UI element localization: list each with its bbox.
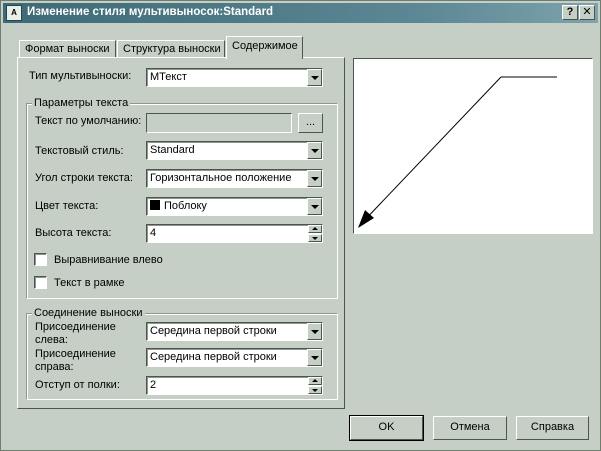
dialog-title: Изменение стиля мультивыносок:Standard: [27, 6, 274, 18]
default-text-label: Текст по умолчанию:: [35, 115, 142, 127]
attach-right-select[interactable]: Середина первой строки: [146, 348, 323, 367]
chevron-down-icon[interactable]: [307, 323, 322, 340]
attach-left-value: Середина первой строки: [150, 325, 277, 337]
default-text-browse-button[interactable]: ...: [298, 113, 323, 133]
text-style-label: Текстовый стиль:: [35, 145, 124, 157]
text-color-value: Поблоку: [164, 200, 207, 212]
tab-leader-structure[interactable]: Структура выноски: [117, 40, 225, 58]
text-height-label: Высота текста:: [35, 227, 112, 239]
landing-gap-label: Отступ от полки:: [35, 379, 120, 391]
spin-up-icon[interactable]: [308, 225, 322, 233]
chevron-down-icon[interactable]: [307, 349, 322, 366]
left-justify-label[interactable]: Выравнивание влево: [54, 254, 163, 266]
attach-right-label-line2: справа:: [35, 361, 74, 373]
text-angle-label: Угол строки текста:: [35, 172, 133, 184]
chevron-down-icon[interactable]: [307, 198, 322, 215]
app-icon: A: [6, 5, 22, 21]
text-color-label: Цвет текста:: [35, 200, 99, 212]
preview-pane: [353, 58, 593, 234]
attach-left-select[interactable]: Середина первой строки: [146, 322, 323, 341]
left-justify-checkbox[interactable]: [34, 253, 47, 266]
multileader-style-dialog: A Изменение стиля мультивыносок:Standard…: [0, 0, 601, 451]
chevron-down-icon[interactable]: [307, 142, 322, 159]
ok-button[interactable]: OK: [349, 415, 424, 441]
text-options-legend: Параметры текста: [32, 97, 131, 109]
tab-content[interactable]: Содержимое: [226, 36, 303, 59]
text-height-input[interactable]: 4: [146, 224, 323, 243]
attach-left-label-line2: слева:: [35, 334, 68, 346]
attach-right-value: Середина первой строки: [150, 351, 277, 363]
attach-right-label-line1: Присоединение: [35, 348, 116, 360]
text-angle-value: Горизонтальное положение: [150, 172, 292, 184]
chevron-down-icon[interactable]: [307, 170, 322, 187]
spin-down-icon[interactable]: [308, 234, 322, 242]
tab-leader-format[interactable]: Формат выноски: [19, 40, 116, 58]
leader-connection-legend: Соединение выноски: [32, 307, 145, 319]
spin-down-icon[interactable]: [308, 386, 322, 394]
spin-up-icon[interactable]: [308, 377, 322, 385]
text-style-value: Standard: [150, 144, 195, 156]
text-style-select[interactable]: Standard: [146, 141, 323, 160]
leader-preview-graphic: [358, 76, 557, 228]
leader-line: [358, 76, 502, 227]
title-bar[interactable]: A Изменение стиля мультивыносок:Standard…: [3, 3, 598, 23]
help-icon[interactable]: ?: [562, 5, 578, 20]
close-icon[interactable]: ✕: [579, 5, 595, 20]
multileader-type-label: Тип мультивыноски:: [29, 70, 132, 82]
chevron-down-icon[interactable]: [307, 69, 322, 86]
cancel-button[interactable]: Отмена: [433, 416, 507, 440]
landing-gap-value: 2: [150, 379, 157, 391]
default-text-field[interactable]: [146, 113, 292, 133]
text-angle-select[interactable]: Горизонтальное положение: [146, 169, 323, 188]
multileader-type-value: MТекст: [150, 71, 187, 83]
frame-text-checkbox[interactable]: [34, 276, 47, 289]
landing-gap-input[interactable]: 2: [146, 376, 323, 395]
frame-text-label[interactable]: Текст в рамке: [54, 277, 125, 289]
attach-left-label-line1: Присоединение: [35, 321, 116, 333]
text-color-select[interactable]: Поблоку: [146, 197, 323, 216]
help-button[interactable]: Справка: [516, 416, 589, 440]
color-swatch: [150, 200, 160, 210]
text-height-value: 4: [150, 227, 157, 239]
multileader-type-select[interactable]: MТекст: [146, 68, 323, 87]
